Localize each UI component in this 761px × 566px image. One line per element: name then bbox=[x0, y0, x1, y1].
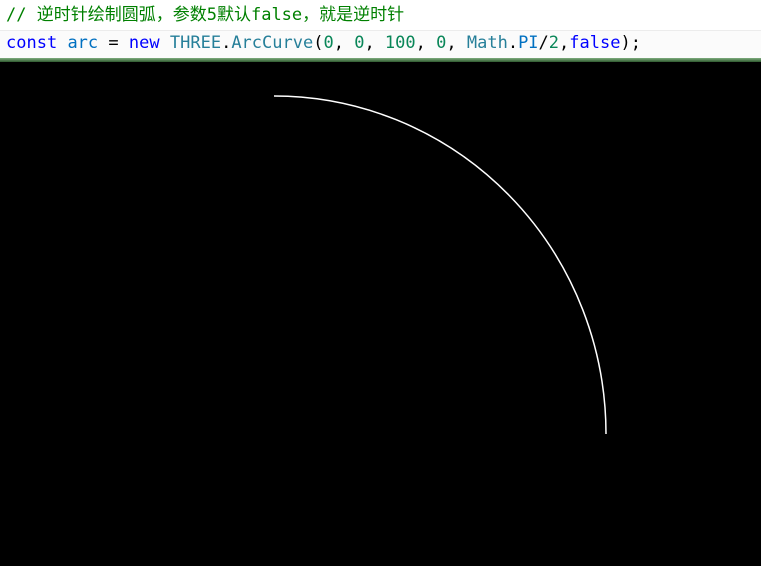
math-property: PI bbox=[518, 33, 539, 53]
dot-operator: . bbox=[221, 33, 232, 53]
arg-number: 0 bbox=[354, 33, 365, 53]
threejs-canvas[interactable] bbox=[0, 62, 761, 566]
arg-number: 0 bbox=[323, 33, 334, 53]
separator: , bbox=[364, 33, 385, 53]
comment-keyword: false bbox=[250, 5, 303, 25]
keyword-false: false bbox=[569, 33, 621, 53]
class-name: ArcCurve bbox=[231, 33, 314, 53]
operator-equals: = bbox=[108, 33, 119, 53]
arg-number: 100 bbox=[384, 33, 416, 53]
arc-curve bbox=[273, 95, 607, 435]
close-paren: ); bbox=[620, 33, 641, 53]
operator-slash: / bbox=[538, 33, 549, 53]
arg-number: 0 bbox=[436, 33, 447, 53]
comment-number: 5 bbox=[206, 5, 217, 25]
keyword-new: new bbox=[128, 33, 160, 53]
comment-prefix: // bbox=[6, 5, 37, 25]
code-line-statement[interactable]: const arc = new THREE.ArcCurve(0, 0, 100… bbox=[6, 31, 641, 55]
math-object: Math bbox=[466, 33, 508, 53]
dot-operator: . bbox=[507, 33, 519, 53]
separator: , bbox=[415, 33, 437, 53]
separator: , bbox=[559, 33, 570, 53]
separator: , bbox=[446, 33, 467, 53]
comment-text: 逆时针绘制圆弧，参数 bbox=[36, 5, 207, 25]
comment-text: 默认 bbox=[216, 5, 251, 25]
code-editor[interactable]: // 逆时针绘制圆弧，参数5默认false，就是逆时针 const arc = … bbox=[0, 0, 761, 62]
comment-text: ，就是逆时针 bbox=[302, 5, 405, 25]
code-line-comment[interactable]: // 逆时针绘制圆弧，参数5默认false，就是逆时针 bbox=[6, 3, 404, 27]
separator: , bbox=[333, 33, 355, 53]
variable-name: arc bbox=[67, 33, 99, 53]
open-paren: ( bbox=[313, 33, 324, 53]
keyword-const: const bbox=[6, 33, 58, 53]
namespace-name: THREE bbox=[169, 33, 222, 53]
scene-svg bbox=[273, 95, 607, 540]
arg-number: 2 bbox=[548, 33, 560, 53]
